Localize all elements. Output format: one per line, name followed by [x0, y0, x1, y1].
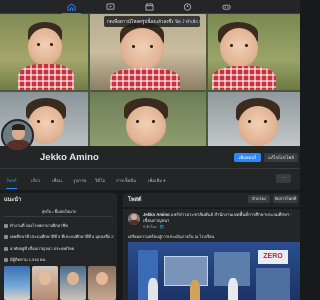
tab-friends[interactable]: เพื่อน — [52, 177, 62, 184]
featured-photo[interactable] — [32, 266, 58, 300]
featured-photo[interactable] — [4, 266, 30, 300]
divider — [123, 207, 300, 209]
add-story-button[interactable]: เพิ่มสตอรี่ — [234, 153, 261, 162]
profile-name: Jekko Amino — [40, 152, 99, 163]
post-meta[interactable]: 9 ชั่วโมง · 🌐 — [143, 224, 164, 230]
info-education: เคยศึกษาที่ ประถมศึกษาปีที่ 5 ที่ประถมศึ… — [4, 233, 116, 240]
school-icon — [4, 234, 8, 239]
tab-more[interactable]: เพิ่มเติม ▾ — [148, 177, 166, 184]
cover-tile — [90, 92, 206, 146]
divider — [4, 216, 113, 217]
tab-videos[interactable]: วิดีโอ — [95, 177, 105, 184]
featured-photo[interactable] — [60, 266, 86, 300]
tab-checkins[interactable]: การเช็คอิน — [116, 177, 136, 184]
add-story-label: เพิ่มสตอรี่ — [238, 155, 257, 160]
filter-button[interactable]: ตัวกรอง — [248, 195, 270, 203]
post-image-sign: ZERO — [258, 250, 288, 264]
cover-tile — [208, 92, 300, 146]
post-avatar[interactable] — [128, 213, 140, 225]
more-options-button[interactable]: ··· — [276, 174, 291, 183]
info-location: อาศัยอยู่ที่ เขื่อนกาญจนา ประเทศไทย — [4, 245, 116, 252]
featured-photos — [4, 266, 116, 300]
info-work-text: ทำงานที่ กองโรงพยาบาลฝึกอาชีพ — [10, 223, 68, 228]
marketplace-icon[interactable] — [145, 3, 154, 11]
info-followers-text: มีผู้ติดตาม 1,518 คน — [10, 257, 46, 262]
featured-photo[interactable] — [88, 266, 116, 300]
info-followers[interactable]: มีผู้ติดตาม 1,518 คน — [4, 256, 116, 263]
post-header: Jekko Amino แชร์ข่าวประชาสัมพันธ์ สำนักง… — [143, 212, 295, 223]
cover-tile — [208, 14, 300, 90]
intro-title: แนะนำ — [4, 197, 22, 203]
info-education-text: เคยศึกษาที่ ประถมศึกษาปีที่ 5 ที่ประถมศึ… — [10, 234, 114, 239]
info-location-text: อาศัยอยู่ที่ เขื่อนกาญจนา ประเทศไทย — [10, 246, 75, 251]
groups-icon[interactable] — [183, 3, 192, 11]
info-work: ทำงานที่ กองโรงพยาบาลฝึกอาชีพ — [4, 222, 116, 229]
cover-action-button[interactable]: ทำเลิก — [185, 17, 199, 26]
video-icon[interactable] — [106, 3, 115, 11]
post-image[interactable]: ZERO — [128, 242, 300, 300]
home-icon[interactable] — [62, 3, 81, 14]
manage-posts-button[interactable]: จัดการโพสต์ — [273, 195, 298, 203]
tab-about[interactable]: เกี่ยว — [31, 177, 40, 184]
followers-icon — [4, 257, 8, 262]
edit-profile-label: แก้ไขโปรไฟล์ — [268, 155, 294, 160]
edit-profile-button[interactable]: แก้ไขโปรไฟล์ — [264, 153, 298, 162]
tab-photos[interactable]: รูปภาพ — [73, 177, 86, 184]
top-navigation-bar — [0, 0, 300, 14]
tab-posts[interactable]: โพสต์ — [6, 177, 17, 189]
gaming-icon[interactable] — [222, 3, 231, 11]
posts-title: โพสต์ — [128, 197, 142, 203]
cover-tile — [0, 14, 88, 90]
profile-tabs: โพสต์ เกี่ยว เพื่อน รูปภาพ วิดีโอ การเช็… — [0, 168, 300, 190]
intro-bio: สุขใจ • ยิ้มสดใสมาก — [41, 209, 77, 214]
more-icon: ··· — [281, 175, 286, 181]
home-location-icon — [4, 246, 8, 251]
avatar[interactable] — [1, 119, 34, 152]
more-icon[interactable]: ··· — [286, 212, 292, 218]
briefcase-icon — [4, 223, 8, 228]
post-text: เตรียมความพร้อมสู่การประเมินภายใน ณ โรงเ… — [128, 234, 215, 239]
cover-close-button[interactable]: ปิด — [173, 17, 183, 26]
cover-photo[interactable]: กดเพื่อดาวน์โหลดรูปนี้ลงแล้วลงชื่อโปรไฟล… — [0, 14, 300, 146]
post-author[interactable]: Jekko Amino — [143, 212, 170, 217]
